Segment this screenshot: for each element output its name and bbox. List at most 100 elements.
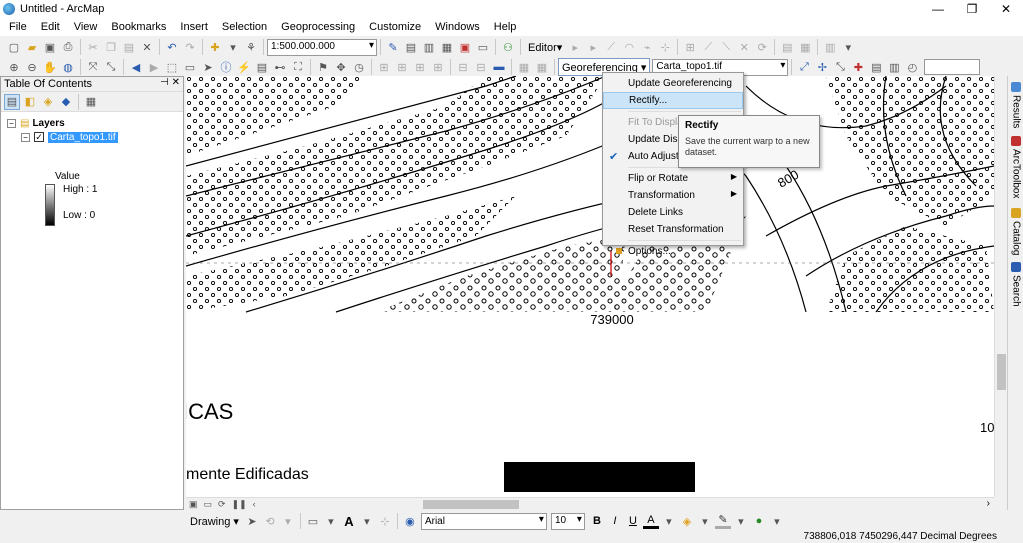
map-scale-combo[interactable]: 1:500.000.000 xyxy=(267,38,377,56)
select-elements-icon[interactable]: ➤ xyxy=(244,513,260,529)
map-display[interactable]: 739000 800 ICAS mente Edificadas 10 xyxy=(186,76,994,497)
editor-toolbar-icon[interactable]: ✎ xyxy=(385,39,401,55)
hyperlink-icon[interactable]: ⚡ xyxy=(236,59,252,75)
auto-registration-icon[interactable]: ◴ xyxy=(904,59,920,75)
toc-options-icon[interactable]: ▦ xyxy=(83,94,99,110)
go-to-xy-icon[interactable]: ✥ xyxy=(333,59,349,75)
layout-extent-icon[interactable]: ⊞ xyxy=(412,59,428,75)
menu-bookmarks[interactable]: Bookmarks xyxy=(104,21,173,33)
menu-help[interactable]: Help xyxy=(487,21,524,33)
vertical-scroll-thumb[interactable] xyxy=(997,354,1006,390)
pause-drawing-icon[interactable]: ❚❚ xyxy=(232,499,247,510)
add-data-icon[interactable]: ✚ xyxy=(207,39,223,55)
clear-selection-icon[interactable]: ▭ xyxy=(182,59,198,75)
text-dropdown-icon[interactable]: ▾ xyxy=(359,513,375,529)
zoom-out-icon[interactable]: ⊖ xyxy=(24,59,40,75)
menu-insert[interactable]: Insert xyxy=(173,21,215,33)
menu-item-transformation[interactable]: Transformation ▶ xyxy=(603,187,743,204)
attributes-icon[interactable]: ▤ xyxy=(779,39,795,55)
print-icon[interactable]: ⎙ xyxy=(60,39,76,55)
catalog-window-icon[interactable]: ▥ xyxy=(421,39,437,55)
create-features-icon[interactable]: ▥ xyxy=(822,39,838,55)
layout-width-icon[interactable]: ⊟ xyxy=(455,59,471,75)
layout-view-icon[interactable]: ▭ xyxy=(204,499,213,510)
map-vertical-scrollbar[interactable] xyxy=(994,76,1007,497)
back-extent-icon[interactable]: ◀ xyxy=(128,59,144,75)
feature-icon[interactable]: ⚘ xyxy=(243,39,259,55)
layer-name[interactable]: Carta_topo1.tif xyxy=(48,131,118,143)
rotate-icon[interactable]: ⟳ xyxy=(754,39,770,55)
layers-group-row[interactable]: − ▤ Layers xyxy=(7,116,183,130)
rectangle-dropdown-icon[interactable]: ▾ xyxy=(323,513,339,529)
toc-window-controls[interactable]: ⊣ ✕ xyxy=(160,77,180,88)
marker-color-icon[interactable]: ● xyxy=(751,513,767,529)
marker-color-dropdown-icon[interactable]: ▾ xyxy=(769,513,785,529)
italic-button[interactable]: I xyxy=(607,513,623,529)
data-view-icon[interactable]: ▣ xyxy=(189,499,198,510)
layout-zoom-icon[interactable]: ⊞ xyxy=(376,59,392,75)
pan-icon[interactable]: ✋ xyxy=(42,59,58,75)
endpoint-arc-icon[interactable]: ◠ xyxy=(621,39,637,55)
menu-file[interactable]: File xyxy=(0,21,34,33)
layout-page-icon[interactable]: ⊞ xyxy=(430,59,446,75)
dock-tab-search[interactable]: Search xyxy=(1009,262,1023,307)
underline-button[interactable]: U xyxy=(625,513,641,529)
arctoolbox-window-icon[interactable]: ▣ xyxy=(457,39,473,55)
menu-windows[interactable]: Windows xyxy=(428,21,487,33)
font-color-icon[interactable]: A xyxy=(642,513,659,529)
fixed-zoom-out-icon[interactable]: ⤡ xyxy=(103,59,119,75)
close-button[interactable]: ✕ xyxy=(989,0,1023,18)
time-slider-icon[interactable]: ◷ xyxy=(351,59,367,75)
edit-tool-icon[interactable]: ▸ xyxy=(567,39,583,55)
collapse-layers-icon[interactable]: − xyxy=(7,118,16,128)
cut-polygons-icon[interactable]: ⟍ xyxy=(718,39,734,55)
find-icon[interactable]: ⛶ xyxy=(290,59,306,75)
text-tool-icon[interactable]: A xyxy=(341,513,357,529)
layout-guides-icon[interactable]: ▦ xyxy=(534,59,550,75)
font-family-combo[interactable]: Arial xyxy=(420,512,547,530)
layer-row-carta-topo1[interactable]: − ✓ Carta_topo1.tif xyxy=(21,130,183,144)
shift-georef-icon[interactable]: ✢ xyxy=(814,59,830,75)
point-icon[interactable]: ⊹ xyxy=(657,39,673,55)
select-features-icon[interactable]: ⬚ xyxy=(164,59,180,75)
toc-window-icon[interactable]: ▤ xyxy=(403,39,419,55)
redo-icon[interactable]: ↷ xyxy=(182,39,198,55)
fixed-zoom-in-icon[interactable]: ⤧ xyxy=(85,59,101,75)
identify-icon[interactable]: ⓘ xyxy=(218,59,234,75)
save-icon[interactable]: ▣ xyxy=(42,39,58,55)
zoom-in-icon[interactable]: ⊕ xyxy=(6,59,22,75)
full-extent-icon[interactable]: ◍ xyxy=(60,59,76,75)
list-by-visibility-icon[interactable]: ◈ xyxy=(40,94,56,110)
split-icon[interactable]: ✕ xyxy=(736,39,752,55)
menu-item-reset-transformation[interactable]: Reset Transformation xyxy=(603,221,743,238)
undo-icon[interactable]: ↶ xyxy=(164,39,180,55)
font-color-dropdown-icon[interactable]: ▾ xyxy=(661,513,677,529)
bold-button[interactable]: B xyxy=(589,513,605,529)
layer-visibility-checkbox[interactable]: ✓ xyxy=(34,132,44,142)
python-window-icon[interactable]: ▭ xyxy=(475,39,491,55)
reshape-icon[interactable]: ⟋ xyxy=(700,39,716,55)
copy-icon[interactable]: ❐ xyxy=(103,39,119,55)
list-by-selection-icon[interactable]: ◆ xyxy=(58,94,74,110)
toolbar-text-box[interactable] xyxy=(924,59,981,75)
line-color-icon[interactable]: ✎ xyxy=(714,513,731,529)
minimize-button[interactable]: — xyxy=(921,0,955,18)
zoom-whole-page-icon[interactable]: ▾ xyxy=(280,513,296,529)
edit-vertices-icon[interactable]: ⊞ xyxy=(682,39,698,55)
horizontal-scroll-thumb[interactable] xyxy=(423,500,519,509)
layout-grid-icon[interactable]: ▦ xyxy=(516,59,532,75)
rotate-element-icon[interactable]: ⟲ xyxy=(262,513,278,529)
straight-segment-icon[interactable]: ⟋ xyxy=(603,39,619,55)
menu-geoprocessing[interactable]: Geoprocessing xyxy=(274,21,362,33)
route-icon[interactable]: ⚑ xyxy=(315,59,331,75)
menu-item-flip-or-rotate[interactable]: Flip or Rotate ▶ xyxy=(603,170,743,187)
delete-icon[interactable]: ✕ xyxy=(139,39,155,55)
list-by-source-icon[interactable]: ◧ xyxy=(22,94,38,110)
layout-color-icon[interactable]: ▬ xyxy=(491,59,507,75)
menu-edit[interactable]: Edit xyxy=(34,21,67,33)
rotate-georef-icon[interactable]: ⤢ xyxy=(796,59,812,75)
menu-item-delete-links[interactable]: Delete Links xyxy=(603,204,743,221)
dock-tab-arctoolbox[interactable]: ArcToolbox xyxy=(1009,136,1023,198)
fill-color-dropdown-icon[interactable]: ▾ xyxy=(697,513,713,529)
html-popup-icon[interactable]: ▤ xyxy=(254,59,270,75)
